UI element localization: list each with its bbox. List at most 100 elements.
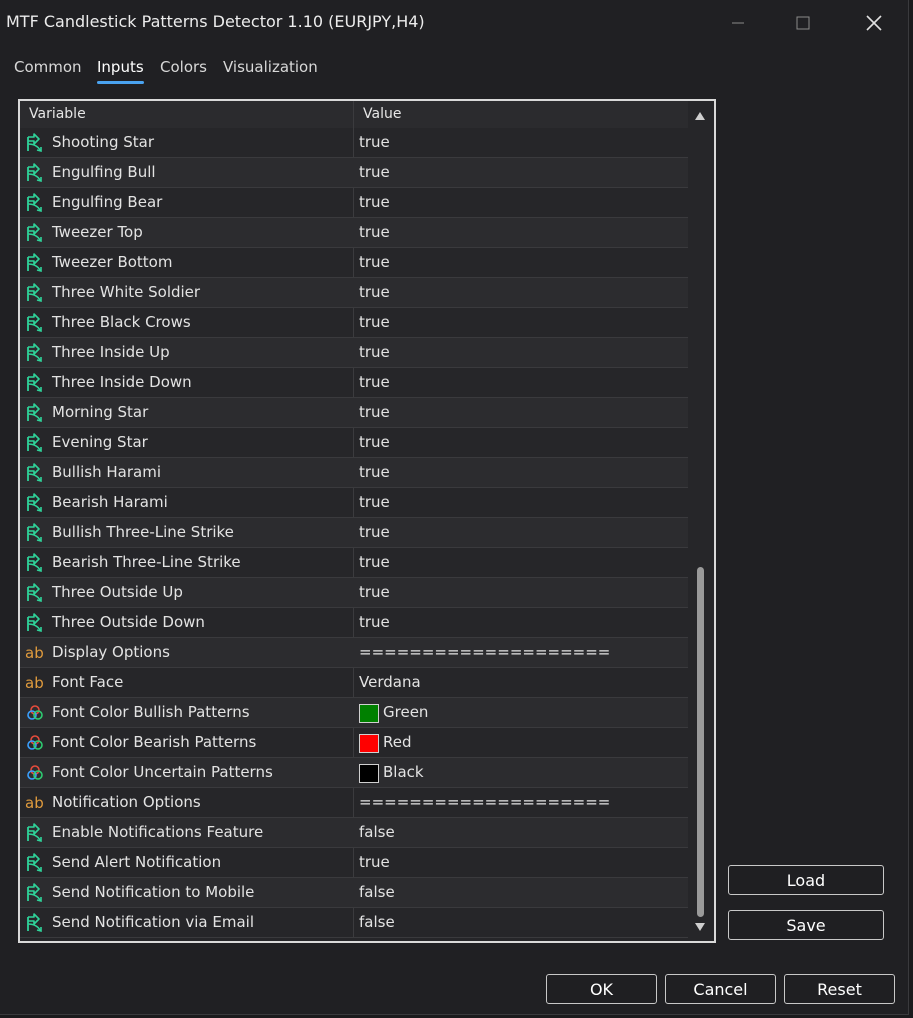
variable-value[interactable]: true — [359, 338, 390, 367]
save-button[interactable]: Save — [728, 910, 884, 940]
variable-value[interactable]: Verdana — [359, 668, 421, 697]
bool-arrow-icon — [27, 913, 42, 933]
grid-header: Variable Value — [20, 101, 688, 128]
grid-row[interactable]: Morning Star true — [20, 398, 688, 428]
grid-row[interactable]: ab Display Options ==================== — [20, 638, 688, 668]
variable-value[interactable]: ==================== — [359, 638, 610, 667]
tab-bar: Common Inputs Colors Visualization — [0, 56, 908, 88]
header-variable[interactable]: Variable — [29, 101, 86, 128]
variable-value[interactable]: Green — [383, 698, 428, 727]
variable-value[interactable]: true — [359, 368, 390, 397]
ab-string-icon: ab — [25, 644, 44, 662]
tab-common[interactable]: Common — [14, 56, 82, 84]
variable-label: Notification Options — [52, 793, 201, 811]
close-button[interactable] — [852, 0, 896, 46]
grid-row[interactable]: Bullish Three-Line Strike true — [20, 518, 688, 548]
grid-row[interactable]: Engulfing Bull true — [20, 158, 688, 188]
variable-label: Three Black Crows — [52, 313, 191, 331]
bool-arrow-icon — [27, 523, 42, 543]
dialog-window: MTF Candlestick Patterns Detector 1.10 (… — [0, 0, 909, 1015]
variable-label: Bullish Harami — [52, 463, 161, 481]
grid-row[interactable]: Send Notification to Mobile false — [20, 878, 688, 908]
grid-row[interactable]: Font Color Uncertain Patterns Black — [20, 758, 688, 788]
variable-value[interactable]: true — [359, 128, 390, 157]
color-palette-icon — [27, 705, 43, 720]
grid-row[interactable]: Font Color Bearish Patterns Red — [20, 728, 688, 758]
variable-value[interactable]: true — [359, 308, 390, 337]
grid-row[interactable]: Evening Star true — [20, 428, 688, 458]
variable-label: Font Color Bearish Patterns — [52, 733, 257, 751]
header-value[interactable]: Value — [363, 101, 401, 128]
variable-value[interactable]: true — [359, 518, 390, 547]
variable-label: Engulfing Bear — [52, 193, 163, 211]
grid-row[interactable]: Font Color Bullish Patterns Green — [20, 698, 688, 728]
bool-arrow-icon — [27, 163, 42, 183]
grid-row[interactable]: Bearish Harami true — [20, 488, 688, 518]
bool-arrow-icon — [27, 493, 42, 513]
cancel-button[interactable]: Cancel — [665, 974, 776, 1004]
variable-value[interactable]: true — [359, 608, 390, 637]
variable-value[interactable]: true — [359, 248, 390, 277]
grid-row[interactable]: Bearish Three-Line Strike true — [20, 548, 688, 578]
variable-value[interactable]: true — [359, 188, 390, 217]
tab-inputs[interactable]: Inputs — [97, 56, 144, 84]
scroll-thumb[interactable] — [697, 567, 704, 917]
grid-row[interactable]: Three Inside Down true — [20, 368, 688, 398]
reset-button[interactable]: Reset — [784, 974, 895, 1004]
grid-row[interactable]: Tweezer Bottom true — [20, 248, 688, 278]
title-bar[interactable]: MTF Candlestick Patterns Detector 1.10 (… — [0, 0, 908, 46]
variable-label: Enable Notifications Feature — [52, 823, 264, 841]
scroll-down-icon[interactable] — [694, 922, 706, 932]
color-swatch[interactable] — [359, 704, 379, 723]
close-icon — [866, 15, 882, 31]
variable-value[interactable]: true — [359, 398, 390, 427]
bool-arrow-icon — [27, 193, 42, 213]
tab-visualization[interactable]: Visualization — [223, 56, 318, 84]
grid-row[interactable]: Send Alert Notification true — [20, 848, 688, 878]
ok-button[interactable]: OK — [546, 974, 657, 1004]
variable-value[interactable]: true — [359, 158, 390, 187]
load-button[interactable]: Load — [728, 865, 884, 895]
variable-value[interactable]: ==================== — [359, 788, 610, 817]
grid-row[interactable]: Three Inside Up true — [20, 338, 688, 368]
variable-value[interactable]: false — [359, 908, 395, 937]
grid-row[interactable]: Three White Soldier true — [20, 278, 688, 308]
maximize-icon — [796, 16, 810, 30]
variable-value[interactable]: true — [359, 578, 390, 607]
variable-value[interactable]: true — [359, 458, 390, 487]
variable-value[interactable]: true — [359, 278, 390, 307]
variable-value[interactable]: true — [359, 428, 390, 457]
variable-value[interactable]: true — [359, 548, 390, 577]
grid-row[interactable]: Enable Notifications Feature false — [20, 818, 688, 848]
maximize-button[interactable] — [781, 0, 825, 46]
variable-value[interactable]: Red — [383, 728, 412, 757]
color-swatch[interactable] — [359, 734, 379, 753]
window-title: MTF Candlestick Patterns Detector 1.10 (… — [6, 12, 425, 31]
grid-row[interactable]: Tweezer Top true — [20, 218, 688, 248]
variable-label: Morning Star — [52, 403, 149, 421]
variable-label: Send Notification via Email — [52, 913, 255, 931]
variable-value[interactable]: false — [359, 818, 395, 847]
variable-value[interactable]: false — [359, 878, 395, 907]
scroll-up-icon[interactable] — [694, 111, 706, 121]
bool-arrow-icon — [27, 433, 42, 453]
vertical-scrollbar[interactable] — [690, 101, 710, 937]
variable-value[interactable]: true — [359, 218, 390, 247]
color-swatch[interactable] — [359, 764, 379, 783]
grid-row[interactable]: ab Notification Options ==================… — [20, 788, 688, 818]
grid-row[interactable]: Bullish Harami true — [20, 458, 688, 488]
grid-row[interactable]: Three Outside Down true — [20, 608, 688, 638]
tab-colors[interactable]: Colors — [160, 56, 207, 84]
variable-value[interactable]: true — [359, 848, 390, 877]
grid-row[interactable]: ab Font Face Verdana — [20, 668, 688, 698]
variable-value[interactable]: Black — [383, 758, 424, 787]
minimize-button[interactable] — [716, 0, 760, 46]
grid-row[interactable]: Three Outside Up true — [20, 578, 688, 608]
variable-label: Display Options — [52, 643, 170, 661]
variable-value[interactable]: true — [359, 488, 390, 517]
grid-row[interactable]: Send Notification via Email false — [20, 908, 688, 938]
grid-row[interactable]: Three Black Crows true — [20, 308, 688, 338]
grid-rows: Shooting Star true Engulfing Bull true Engul… — [20, 128, 688, 938]
grid-row[interactable]: Shooting Star true — [20, 128, 688, 158]
grid-row[interactable]: Engulfing Bear true — [20, 188, 688, 218]
